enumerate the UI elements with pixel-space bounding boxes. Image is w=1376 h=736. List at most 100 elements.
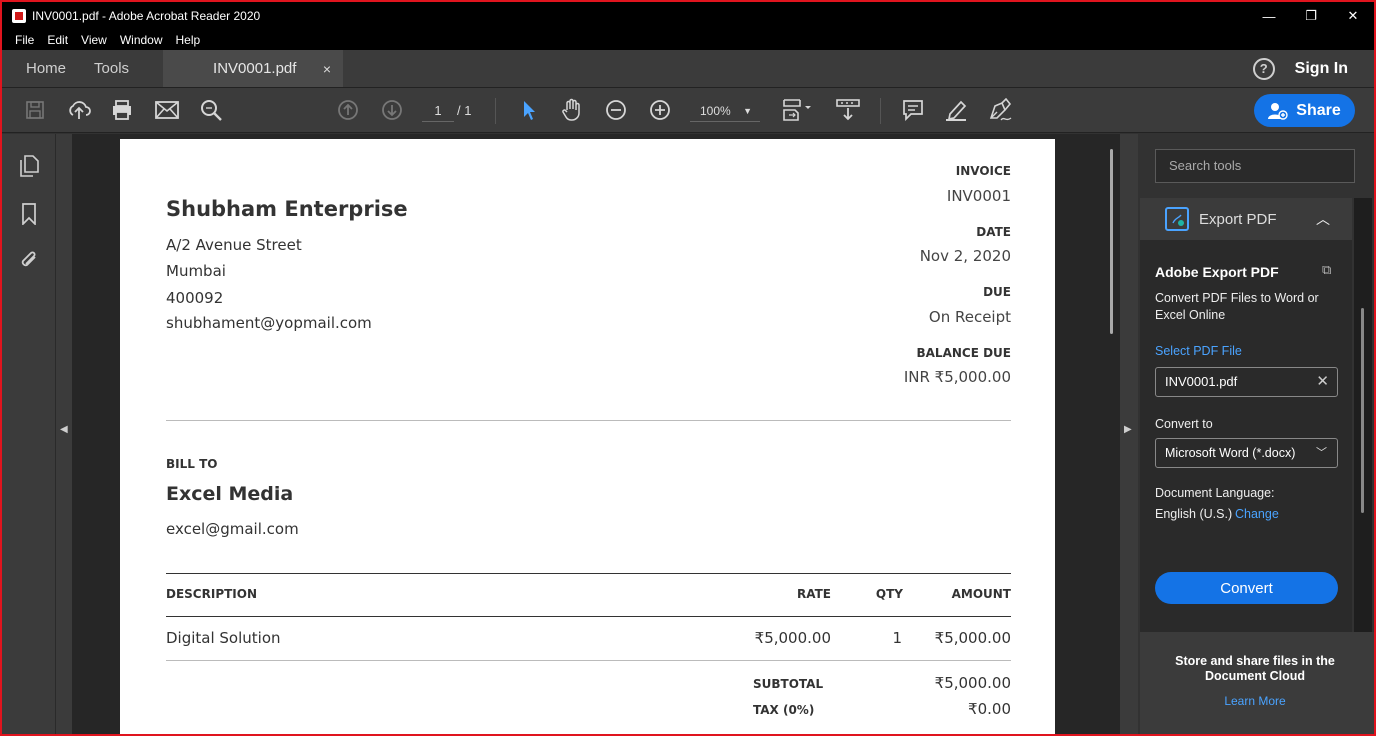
page-display-icon[interactable] [778, 96, 816, 124]
tab-document-label: INV0001.pdf [213, 60, 297, 77]
menu-file[interactable]: File [15, 33, 34, 47]
tab-close-icon[interactable]: × [323, 61, 331, 77]
invoice-date: Nov 2, 2020 [919, 247, 1011, 265]
search-tools-input[interactable]: Search tools [1155, 149, 1355, 183]
page-thumbnails-icon[interactable] [17, 154, 41, 178]
select-pdf-file-link[interactable]: Select PDF File [1155, 344, 1242, 358]
column-header-rate: RATE [797, 587, 831, 601]
save-icon[interactable] [21, 96, 49, 124]
share-button[interactable]: Share [1254, 94, 1355, 127]
search-icon[interactable] [197, 96, 225, 124]
export-pdf-body: Adobe Export PDF ⧉ Convert PDF Files to … [1140, 240, 1352, 632]
hand-icon[interactable] [558, 96, 586, 124]
clear-file-icon[interactable]: ✕ [1316, 368, 1329, 396]
tab-tools[interactable]: Tools [80, 50, 143, 87]
zoom-level-value: 100% [700, 104, 731, 118]
export-pdf-icon [1165, 207, 1189, 231]
company-address-line3: 400092 [166, 289, 224, 307]
sign-in-button[interactable]: Sign In [1295, 60, 1348, 78]
company-address-line2: Mumbai [166, 262, 226, 280]
copy-icon[interactable]: ⧉ [1322, 262, 1331, 278]
learn-more-link[interactable]: Learn More [1140, 694, 1370, 708]
chevron-down-icon: ▼ [743, 106, 752, 116]
invoice-label: INVOICE [955, 164, 1011, 178]
toolbar: 1 / 1 100% ▼ Share [2, 88, 1374, 133]
company-address-line1: A/2 Avenue Street [166, 236, 302, 254]
tools-panel: Search tools Export PDF ︿ Adobe Export P… [1140, 134, 1374, 734]
menu-view[interactable]: View [81, 33, 107, 47]
tax-value: ₹0.00 [968, 700, 1011, 718]
tab-bar: Home Tools INV0001.pdf × ? Sign In [2, 50, 1374, 88]
export-pdf-header[interactable]: Export PDF ︿ [1140, 198, 1352, 240]
document-language-label: Document Language: [1155, 486, 1275, 500]
due-value: On Receipt [928, 308, 1011, 326]
sign-icon[interactable] [986, 96, 1014, 124]
next-page-icon[interactable] [378, 96, 406, 124]
window-title: INV0001.pdf - Adobe Acrobat Reader 2020 [32, 9, 261, 23]
scroll-mode-icon[interactable] [834, 96, 862, 124]
minimize-button[interactable]: — [1248, 9, 1290, 24]
convert-to-select[interactable]: Microsoft Word (*.docx) ﹀ [1155, 438, 1338, 468]
panel-scrollbar-thumb[interactable] [1361, 308, 1364, 513]
page-total: / 1 [457, 103, 472, 118]
convert-button[interactable]: Convert [1155, 572, 1338, 604]
attachment-icon[interactable] [17, 248, 41, 272]
panel-scrollbar[interactable] [1354, 198, 1372, 632]
balance-due-label: BALANCE DUE [916, 346, 1012, 360]
item-qty: 1 [892, 629, 902, 647]
menu-bar: File Edit View Window Help [2, 30, 1374, 50]
zoom-level-select[interactable]: 100% ▼ [690, 100, 760, 122]
maximize-button[interactable]: ❐ [1290, 8, 1332, 24]
client-email: excel@gmail.com [166, 520, 299, 538]
tab-home[interactable]: Home [2, 50, 80, 87]
selected-file-field[interactable]: INV0001.pdf ✕ [1155, 367, 1338, 397]
document-viewer[interactable]: Shubham Enterprise A/2 Avenue Street Mum… [72, 134, 1120, 734]
highlight-icon[interactable] [942, 96, 970, 124]
change-language-link[interactable]: Change [1235, 507, 1279, 521]
chevron-up-icon[interactable]: ︿ [1316, 209, 1330, 229]
item-amount: ₹5,000.00 [934, 629, 1011, 647]
menu-edit[interactable]: Edit [47, 33, 68, 47]
page-number-input[interactable]: 1 [422, 100, 454, 122]
client-name: Excel Media [166, 483, 294, 505]
menu-window[interactable]: Window [120, 33, 163, 47]
tax-label: TAX (0%) [753, 703, 815, 717]
toolbar-divider [880, 98, 881, 124]
document-language-value: English (U.S.) [1155, 507, 1233, 521]
chevron-left-icon: ◀ [60, 424, 68, 435]
subtotal-label: SUBTOTAL [753, 677, 824, 691]
left-panel-toggle[interactable]: ◀ [56, 134, 72, 734]
selected-file-name: INV0001.pdf [1165, 374, 1238, 389]
chevron-right-icon: ▶ [1124, 424, 1132, 435]
tab-document[interactable]: INV0001.pdf × [163, 50, 344, 87]
menu-help[interactable]: Help [176, 33, 201, 47]
bookmark-icon[interactable] [17, 202, 41, 226]
add-user-icon [1268, 102, 1288, 120]
select-icon[interactable] [515, 96, 543, 124]
table-row-rule [166, 660, 1011, 661]
zoom-in-icon[interactable] [646, 96, 674, 124]
upload-icon[interactable] [65, 96, 93, 124]
item-description: Digital Solution [166, 629, 281, 647]
close-window-button[interactable]: ✕ [1332, 8, 1374, 24]
email-icon[interactable] [153, 96, 181, 124]
document-scrollbar[interactable] [1110, 149, 1113, 334]
date-label: DATE [976, 225, 1011, 239]
table-top-rule [166, 573, 1011, 574]
adobe-export-title: Adobe Export PDF [1155, 264, 1279, 280]
balance-due-value: INR ₹5,000.00 [903, 368, 1011, 386]
print-icon[interactable] [108, 96, 136, 124]
bill-to-label: BILL TO [166, 457, 218, 471]
due-label: DUE [983, 285, 1011, 299]
column-header-description: DESCRIPTION [166, 587, 258, 601]
help-icon[interactable]: ? [1252, 57, 1275, 80]
acrobat-app-icon [12, 9, 26, 23]
title-bar: INV0001.pdf - Adobe Acrobat Reader 2020 … [2, 2, 1374, 30]
table-header-rule [166, 616, 1011, 617]
comment-icon[interactable] [899, 96, 927, 124]
prev-page-icon[interactable] [334, 96, 362, 124]
chevron-down-icon: ﹀ [1316, 447, 1327, 459]
right-panel-toggle[interactable]: ▶ [1120, 134, 1138, 734]
item-rate: ₹5,000.00 [754, 629, 831, 647]
zoom-out-icon[interactable] [602, 96, 630, 124]
